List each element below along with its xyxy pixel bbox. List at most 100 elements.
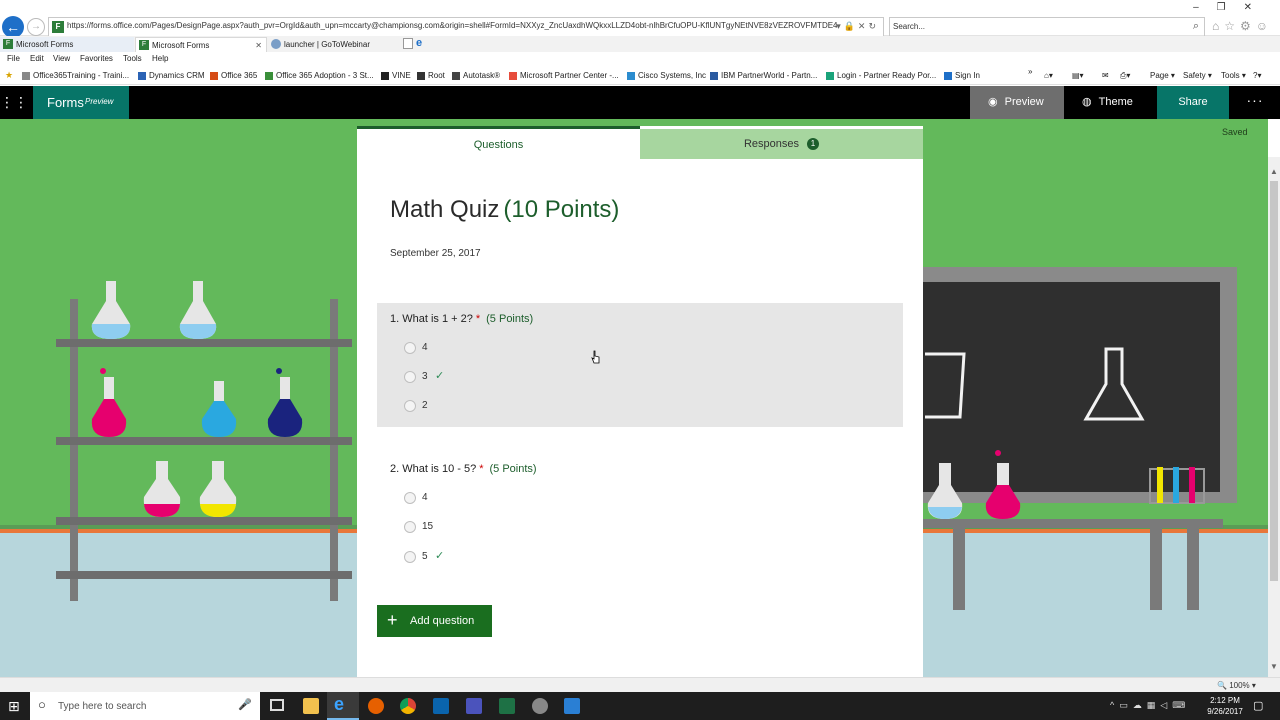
radio-button[interactable] <box>404 342 416 354</box>
command-tools[interactable]: Tools ▾ <box>1221 71 1246 80</box>
taskbar-clock[interactable]: 2:12 PM 9/26/2017 <box>1200 695 1250 717</box>
command-page[interactable]: Page ▾ <box>1150 71 1175 80</box>
add-question-label: Add question <box>410 615 475 627</box>
teams-icon[interactable] <box>466 698 482 714</box>
menu-file[interactable]: File <box>7 54 20 63</box>
address-bar-area: ← → F https://forms.office.com/Pages/Des… <box>0 0 1280 38</box>
action-center-icon[interactable]: ▢ <box>1253 699 1263 712</box>
favorite-link[interactable]: Sign In <box>944 71 980 80</box>
back-button[interactable]: ← <box>2 16 24 38</box>
firefox-icon[interactable] <box>368 698 384 714</box>
print-icon[interactable]: ⎙▾ <box>1120 71 1130 81</box>
radio-button[interactable] <box>404 371 416 383</box>
cloud-icon[interactable]: ☁ <box>1133 700 1147 710</box>
radio-button[interactable] <box>404 551 416 563</box>
tab-questions[interactable]: Questions <box>357 126 640 159</box>
star-icon[interactable]: ☆ <box>1224 19 1240 33</box>
question-card[interactable]: 2. What is 10 - 5? * (5 Points) 4 15 5 ✓ <box>377 454 903 578</box>
scroll-down-icon[interactable]: ▼ <box>1270 662 1278 671</box>
form-title[interactable]: Math Quiz (10 Points) <box>390 196 619 224</box>
microphone-icon[interactable]: 🎤 <box>238 698 252 711</box>
page-scrollbar[interactable]: ▲ ▼ <box>1268 157 1280 677</box>
theme-button[interactable]: ◍ Theme <box>1066 86 1156 119</box>
volume-icon[interactable]: ◁ <box>1160 700 1172 710</box>
browser-toolbar-icons[interactable]: ⌂☆⚙☺ <box>1212 19 1273 33</box>
url-actions[interactable]: ▾🔒✕↻ <box>836 21 879 32</box>
zoom-level[interactable]: 🔍 100% ▾ <box>1217 681 1256 690</box>
required-marker: * <box>479 463 484 475</box>
feeds-icon[interactable]: ▤▾ <box>1072 71 1084 80</box>
command-safety[interactable]: Safety ▾ <box>1183 71 1212 80</box>
browser-tab-1[interactable]: F Microsoft Forms <box>0 37 134 52</box>
keyboard-icon[interactable]: ⌨ <box>1172 700 1190 710</box>
url-field[interactable]: F https://forms.office.com/Pages/DesignP… <box>48 17 884 37</box>
favorite-link[interactable]: Office 365 <box>210 71 257 80</box>
chevron-up-icon[interactable]: ^ <box>1110 700 1119 710</box>
radio-button[interactable] <box>404 400 416 412</box>
favorite-link[interactable]: Microsoft Partner Center -... <box>509 71 619 80</box>
responses-count-badge: 1 <box>807 138 820 150</box>
tab-responses[interactable]: Responses 1 <box>640 129 923 159</box>
favorite-link[interactable]: Autotask® <box>452 71 500 80</box>
radio-button[interactable] <box>404 492 416 504</box>
browser-search-input[interactable]: Search... ⌕ <box>889 17 1205 37</box>
taskbar-search-box[interactable]: ○ Type here to search 🎤 <box>30 692 260 720</box>
menu-edit[interactable]: Edit <box>30 54 44 63</box>
favorite-link[interactable]: Login - Partner Ready Por... <box>826 71 936 80</box>
network-icon[interactable]: ▦ <box>1147 700 1161 710</box>
chevron-more-icon[interactable]: » <box>1028 67 1032 76</box>
system-tray[interactable]: ^▭☁▦◁⌨ <box>1110 700 1190 711</box>
scroll-up-icon[interactable]: ▲ <box>1270 167 1278 176</box>
browser-tab-3[interactable]: launcher | GoToWebinar <box>268 37 400 52</box>
chrome-icon[interactable] <box>400 698 416 714</box>
windows-start-icon[interactable]: ⊞ <box>8 698 20 715</box>
more-options-button[interactable]: ··· <box>1240 86 1270 119</box>
favorite-link[interactable]: Cisco Systems, Inc <box>627 71 706 80</box>
close-icon[interactable]: ✕ <box>1244 2 1270 13</box>
forward-button[interactable]: → <box>27 18 45 36</box>
minimize-icon[interactable]: – <box>1193 2 1217 13</box>
gear-icon[interactable]: ⚙ <box>1240 19 1256 33</box>
internet-explorer-icon[interactable]: e <box>334 694 344 715</box>
favorites-star-icon[interactable]: ★ <box>5 70 13 81</box>
maximize-icon[interactable]: ❐ <box>1217 2 1244 13</box>
scrollbar-thumb[interactable] <box>1270 181 1278 581</box>
browser-tab-2[interactable]: F Microsoft Forms ✕ <box>135 37 267 52</box>
forms-brand[interactable]: Forms Preview <box>33 86 129 119</box>
file-explorer-icon[interactable] <box>303 698 319 714</box>
form-description[interactable]: September 25, 2017 <box>390 248 481 259</box>
menu-help[interactable]: Help <box>152 54 168 63</box>
favorite-link[interactable]: Dynamics CRM <box>138 71 205 80</box>
mail-icon[interactable]: ✉ <box>1102 71 1109 80</box>
task-view-icon[interactable] <box>270 699 284 711</box>
preview-button[interactable]: ◉ Preview <box>970 86 1064 119</box>
brand-suffix: Preview <box>85 97 114 106</box>
favorite-link[interactable]: IBM PartnerWorld - Partn... <box>710 71 817 80</box>
menu-view[interactable]: View <box>53 54 70 63</box>
menu-favorites[interactable]: Favorites <box>80 54 113 63</box>
close-tab-icon[interactable]: ✕ <box>255 38 262 53</box>
search-icon[interactable]: ⌕ <box>1193 20 1199 33</box>
share-button[interactable]: Share <box>1157 86 1229 119</box>
favorite-link[interactable]: Office 365 Adoption - 3 St... <box>265 71 374 80</box>
app-icon[interactable] <box>532 698 548 714</box>
ie-icon[interactable]: e <box>416 37 422 49</box>
outlook-icon[interactable] <box>433 698 449 714</box>
radio-button[interactable] <box>404 521 416 533</box>
favorite-link[interactable]: VINE <box>381 71 411 80</box>
app-launcher-icon[interactable]: ⋮⋮⋮ <box>0 86 42 119</box>
window-controls[interactable]: –❐✕ <box>1193 2 1270 13</box>
battery-icon[interactable]: ▭ <box>1119 700 1133 710</box>
menu-tools[interactable]: Tools <box>123 54 142 63</box>
favorite-link[interactable]: Office365Training - Traini... <box>22 71 129 80</box>
new-tab-button[interactable] <box>403 38 413 49</box>
snagit-icon[interactable] <box>564 698 580 714</box>
add-question-button[interactable]: + Add question <box>377 605 492 637</box>
home-icon[interactable]: ⌂ <box>1212 19 1224 33</box>
help-icon[interactable]: ?▾ <box>1253 71 1261 80</box>
question-card[interactable]: 1. What is 1 + 2? * (5 Points) 4 3 ✓ 2 <box>377 303 903 427</box>
home-toolbar-icon[interactable]: ⌂▾ <box>1044 71 1053 80</box>
favorite-link[interactable]: Root <box>417 71 445 80</box>
smiley-icon[interactable]: ☺ <box>1256 19 1273 33</box>
excel-icon[interactable] <box>499 698 515 714</box>
